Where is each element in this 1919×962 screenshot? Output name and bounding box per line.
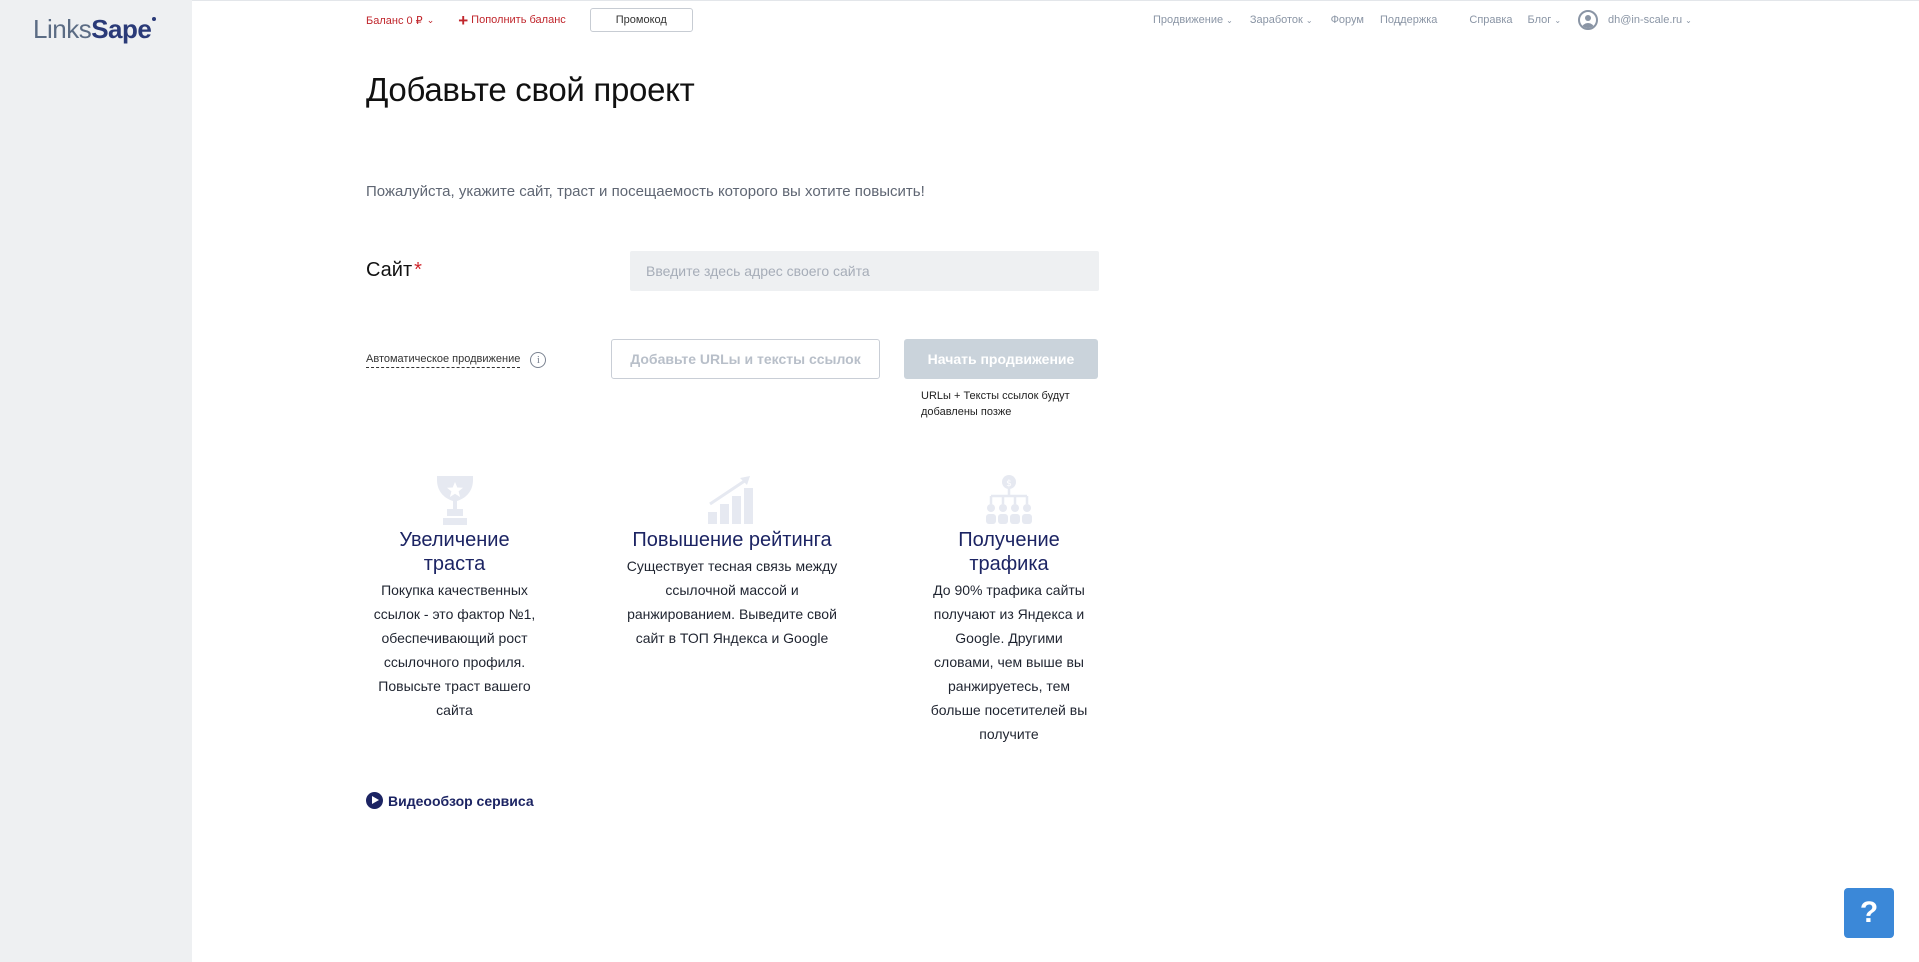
user-email: dh@in-scale.ru [1608,14,1683,26]
chevron-down-icon: ⌄ [426,14,435,25]
play-icon [366,792,383,809]
site-url-input[interactable] [630,251,1099,291]
chevron-down-icon: ⌄ [1226,15,1233,25]
site-field-label: Сайт * [366,259,422,282]
nav-blog-label: Блог [1527,14,1552,26]
site-label-text: Сайт [366,259,413,281]
sidebar: Links Sape [0,0,192,962]
trophy-icon [436,476,473,525]
auto-promotion-link[interactable]: Автоматическое продвижение [366,353,521,368]
nav-help[interactable]: Справка [1469,14,1512,26]
svg-text:$: $ [1006,479,1012,489]
chevron-down-icon: ⌄ [1305,15,1313,25]
page-title: Добавьте свой проект [366,71,695,108]
nav-support[interactable]: Поддержка [1380,14,1437,26]
nav-earnings[interactable]: Заработок ⌄ [1250,14,1313,26]
help-button[interactable]: ? [1844,888,1894,938]
growth-chart-icon [708,476,753,524]
start-note: URLы + Тексты ссылок будут добавлены поз… [921,390,1070,418]
plus-icon: + [458,10,469,30]
user-avatar-icon[interactable] [1578,10,1599,30]
info-icon[interactable]: i [530,352,547,368]
nav-earnings-label: Заработок [1249,14,1303,26]
feature-text: Покупка качественных ссылок - это фактор… [373,582,536,718]
feature-title: Увеличение траста [399,529,510,575]
feature-trust: Увеличение траста Покупка качественных с… [372,474,537,722]
topup-label: Пополнить баланс [471,14,566,26]
logo-text-sape: Sape [91,14,152,44]
video-review-label: Видеообзор сервиса [388,792,534,809]
nav-forum[interactable]: Форум [1331,14,1364,26]
chevron-down-icon: ⌄ [1554,15,1562,25]
promo-code-button[interactable]: Промокод [589,8,693,32]
feature-title: Повышение рейтинга [632,529,832,551]
feature-traffic: $ Получение трафика До 90% трафика сайты… [929,474,1089,746]
auto-promotion-row: Автоматическое продвижение i [366,352,547,368]
video-review-link[interactable]: Видеообзор сервиса [366,792,534,809]
linkssape-logo[interactable]: Links Sape [33,14,157,45]
required-asterisk: * [414,259,422,281]
chevron-down-icon: ⌄ [1685,15,1692,25]
topup-balance-link[interactable]: + Пополнить баланс [458,12,566,29]
top-navigation: Продвижение ⌄ Заработок ⌄ Форум Поддержк… [1153,9,1692,31]
user-menu[interactable]: dh@in-scale.ru ⌄ [1608,14,1692,26]
add-urls-button[interactable]: Добавьте URLы и тексты ссылок [611,339,880,379]
balance-label: Баланс 0 ₽ [366,14,423,27]
logo-text-links: Links [33,14,92,44]
page-subtitle: Пожалуйста, укажите сайт, траст и посеща… [366,183,925,200]
balance-dropdown[interactable]: Баланс 0 ₽ ⌄ [366,14,434,27]
nav-promotion[interactable]: Продвижение ⌄ [1153,14,1233,26]
feature-rating: Повышение рейтинга Существует тесная свя… [612,474,852,650]
logo-dot [152,17,157,21]
traffic-network-icon: $ [986,475,1032,524]
start-promotion-button[interactable]: Начать продвижение [904,339,1098,379]
feature-title: Получение трафика [958,529,1060,575]
header-divider [192,0,1919,1]
nav-promotion-label: Продвижение [1153,14,1224,26]
account-bar: Баланс 0 ₽ ⌄ + Пополнить баланс Промокод [366,8,693,32]
feature-text: Существует тесная связь между ссылочной … [626,558,838,646]
nav-blog[interactable]: Блог ⌄ [1528,14,1561,26]
feature-text: До 90% трафика сайты получают из Яндекса… [930,582,1088,742]
